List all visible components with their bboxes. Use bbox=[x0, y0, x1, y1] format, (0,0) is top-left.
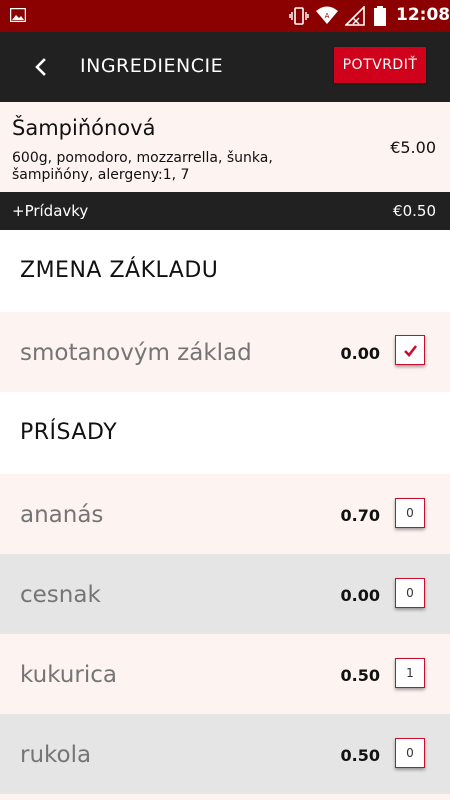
section-header-base-change: ZMENA ZÁKLADU bbox=[0, 230, 450, 310]
confirm-button[interactable]: POTVRDIŤ bbox=[334, 47, 426, 83]
product-description: 600g, pomodoro, mozzarrella, šunka, šamp… bbox=[12, 150, 273, 183]
list-item-topping: rukola 0.50 0 bbox=[0, 714, 450, 794]
item-price: 0.50 bbox=[340, 666, 380, 685]
item-name: rukola bbox=[20, 742, 92, 768]
list-item-base: smotanovým základ 0.00 bbox=[0, 312, 450, 392]
quantity-box[interactable]: 0 bbox=[395, 498, 425, 528]
page-title: INGREDIENCIE bbox=[80, 55, 224, 77]
image-icon bbox=[10, 8, 26, 22]
section-header-toppings: PRÍSADY bbox=[0, 392, 450, 472]
item-name: smotanovým základ bbox=[20, 340, 252, 366]
battery-icon bbox=[374, 6, 386, 26]
product-summary: Šampiňónová 600g, pomodoro, mozzarrella,… bbox=[0, 102, 450, 192]
extras-total: €0.50 bbox=[393, 202, 436, 220]
item-name: cesnak bbox=[20, 582, 101, 608]
checkmark-icon bbox=[404, 345, 418, 357]
list-item-topping: kukurica 0.50 1 bbox=[0, 634, 450, 714]
extras-label: +Prídavky bbox=[12, 202, 89, 220]
list-item-topping: ananás 0.70 0 bbox=[0, 474, 450, 554]
product-name: Šampiňónová bbox=[12, 116, 156, 140]
quantity-box[interactable]: 1 bbox=[395, 658, 425, 688]
section-title: ZMENA ZÁKLADU bbox=[20, 258, 219, 283]
item-price: 0.00 bbox=[340, 586, 380, 605]
item-name: kukurica bbox=[20, 662, 117, 688]
item-price: 0.50 bbox=[340, 746, 380, 765]
base-checkbox[interactable] bbox=[395, 335, 425, 365]
list-item-topping: cesnak 0.00 0 bbox=[0, 554, 450, 634]
vibrate-icon bbox=[289, 7, 309, 25]
status-bar: A 12:08 bbox=[0, 0, 450, 32]
signal-icon bbox=[345, 6, 365, 26]
app-bar: INGREDIENCIE POTVRDIŤ bbox=[0, 32, 450, 102]
item-price: 0.70 bbox=[340, 506, 380, 525]
quantity-box[interactable]: 0 bbox=[395, 578, 425, 608]
svg-text:A: A bbox=[325, 12, 330, 20]
wifi-icon: A bbox=[316, 6, 338, 24]
extras-bar: +Prídavky €0.50 bbox=[0, 192, 450, 230]
quantity-box[interactable]: 0 bbox=[395, 738, 425, 768]
section-title: PRÍSADY bbox=[20, 420, 118, 445]
status-time: 12:08 bbox=[396, 5, 450, 25]
back-arrow-icon[interactable] bbox=[28, 54, 54, 80]
list-item-partial bbox=[0, 794, 450, 800]
item-name: ananás bbox=[20, 502, 104, 528]
item-price: 0.00 bbox=[340, 344, 380, 363]
product-price: €5.00 bbox=[390, 138, 436, 157]
